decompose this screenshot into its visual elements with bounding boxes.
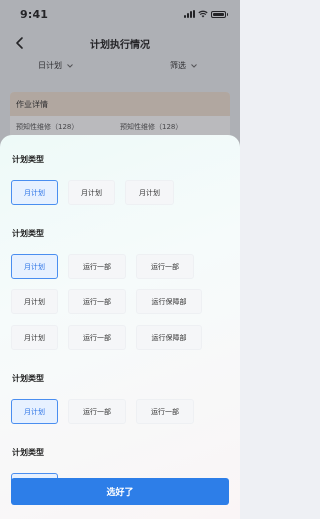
confirm-button[interactable]: 选好了 [11,478,229,505]
option-chip[interactable]: 月计划 [11,399,58,424]
option-chip[interactable]: 运行一部 [68,399,126,424]
option-chip[interactable]: 月计划 [11,289,58,314]
section-title: 计划类型 [12,448,44,457]
option-chip[interactable]: 月计划 [11,325,58,350]
option-chip[interactable]: 月计划 [125,180,174,205]
option-chip[interactable]: 月计划 [11,180,58,205]
option-chip[interactable]: 月计划 [68,180,115,205]
option-chip[interactable]: 运行保障部 [136,325,202,350]
option-chip[interactable]: 运行一部 [68,254,126,279]
section-title: 计划类型 [12,229,44,238]
section-title: 计划类型 [12,374,44,383]
option-chip[interactable]: 运行一部 [136,399,194,424]
option-chip[interactable]: 运行一部 [68,289,126,314]
option-chip[interactable]: 运行一部 [136,254,194,279]
filter-sheet: 计划类型 月计划 月计划 月计划 计划类型 月计划 运行一部 运行一部 月计划 … [0,135,240,519]
option-chip[interactable]: 月计划 [11,254,58,279]
option-chip[interactable]: 运行保障部 [136,289,202,314]
option-chip[interactable]: 运行一部 [68,325,126,350]
section-title: 计划类型 [12,155,44,164]
